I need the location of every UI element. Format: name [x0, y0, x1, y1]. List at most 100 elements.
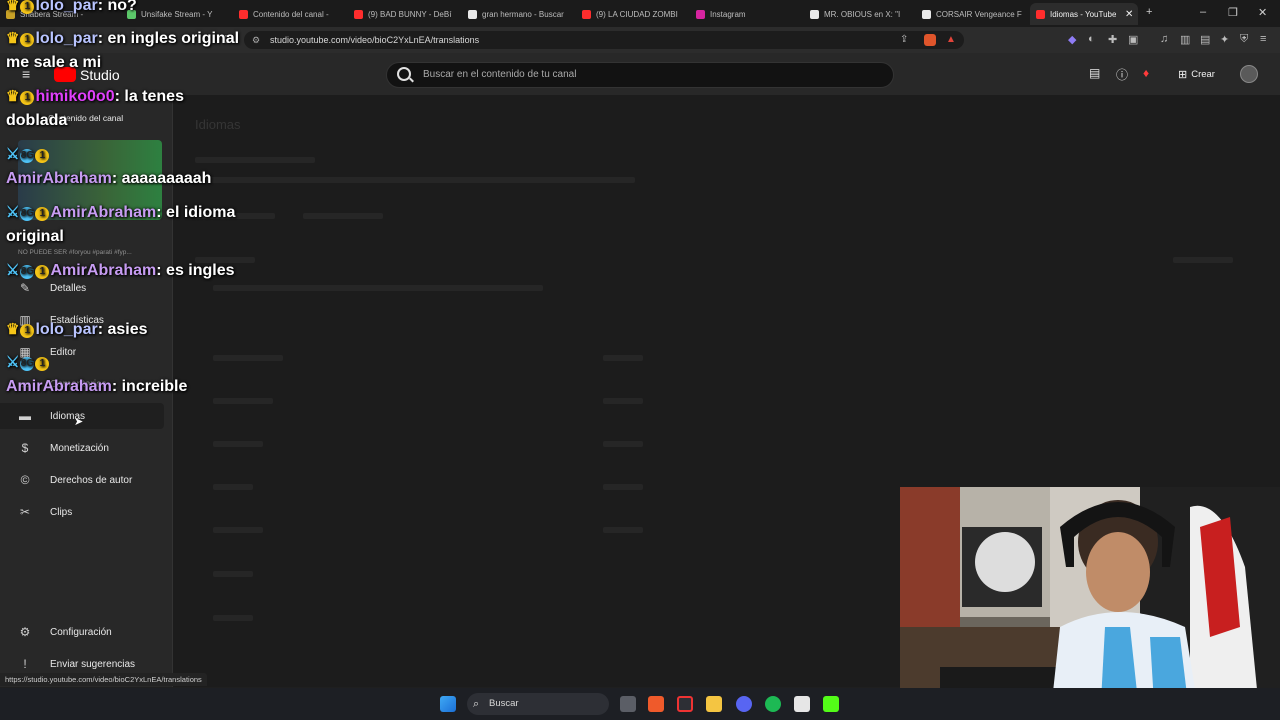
nav-settings-label: Configuración	[50, 626, 112, 638]
tab-title: Instagram	[710, 9, 746, 19]
browser-tab[interactable]: Contenido del canal -	[233, 3, 345, 25]
chat-username: himiko0o0	[35, 88, 115, 105]
chat-username: lolo_par	[35, 321, 98, 338]
sub-badge: 1	[35, 265, 50, 279]
media-icon[interactable]: ♫	[1160, 33, 1168, 45]
file-explorer-icon[interactable]	[706, 696, 722, 712]
chat-text: es ingles	[166, 262, 235, 279]
sidebar-toggle-icon[interactable]: ▥	[1180, 33, 1190, 46]
video-description: NO PUEDE SER #foryou #parati #fyp...	[18, 249, 132, 256]
tier-badge: 8G	[20, 265, 35, 279]
wallet-icon[interactable]: ▤	[1200, 33, 1210, 46]
screen-recorder-icon[interactable]	[677, 696, 693, 712]
address-bar[interactable]: ⚙ studio.youtube.com/video/bioC2YxLnEA/t…	[244, 31, 964, 49]
browser-tab[interactable]: Instagram	[690, 3, 802, 25]
nav-languages[interactable]: ▬ Idiomas ➤	[0, 403, 164, 429]
minimize-icon[interactable]: –	[1200, 6, 1206, 18]
tab-title: Contenido del canal -	[253, 9, 329, 19]
feedback-icon: !	[23, 657, 27, 671]
rewards-icon[interactable]: ▲	[946, 31, 956, 49]
spotify-icon[interactable]	[765, 696, 781, 712]
sub-badge: 1	[20, 33, 35, 47]
close-tab-icon[interactable]: ✕	[1125, 9, 1133, 20]
youtube-favicon	[1036, 9, 1045, 19]
scissors-icon: ✂	[19, 505, 31, 519]
brave-browser-icon[interactable]	[648, 696, 664, 712]
browser-tab[interactable]: (9) LA CIUDAD ZOMBI	[576, 3, 688, 25]
screenshot-icon[interactable]: ▣	[1128, 33, 1138, 46]
browser-tab[interactable]: CORSAIR Vengeance F	[916, 3, 1026, 25]
chat-text: increible	[121, 378, 188, 395]
chat-message: ⚔8G 1 AmirAbraham: increible	[6, 354, 188, 395]
sub-badge: 1	[20, 0, 35, 14]
discord-icon[interactable]	[736, 696, 752, 712]
channel-search-input[interactable]: Buscar en el contenido de tu canal	[386, 62, 894, 88]
nav-monetization-label: Monetización	[50, 442, 109, 454]
copyright-icon: ©	[20, 473, 30, 487]
create-button[interactable]: ⊞ Crear	[1170, 64, 1223, 84]
nav-details-label: Detalles	[50, 282, 87, 294]
vpn-icon[interactable]: ✦	[1220, 33, 1229, 46]
instagram-icon	[696, 9, 705, 19]
extension-icon[interactable]: ◐	[1088, 33, 1095, 45]
new-tab-icon[interactable]: +	[1146, 6, 1152, 18]
nav-copyright[interactable]: © Derechos de autor	[0, 467, 164, 493]
help-icon[interactable]: ⓘ	[1116, 66, 1128, 83]
browser-tab[interactable]: (9) BAD BUNNY - DeBí	[348, 3, 460, 25]
task-view-icon[interactable]	[620, 696, 636, 712]
shield-icon[interactable]: ⛨	[1240, 33, 1248, 46]
x-logo-icon	[468, 9, 477, 19]
share-icon[interactable]: ⇪	[900, 31, 908, 49]
chat-text: no?	[107, 0, 137, 14]
chat-text: aaaaaaaaah	[121, 170, 212, 187]
crown-badge-icon: ♛	[6, 30, 20, 47]
url-text: studio.youtube.com/video/bioC2YxLnEA/tra…	[270, 35, 480, 45]
kick-icon[interactable]	[823, 696, 839, 712]
tab-favicon	[354, 9, 363, 19]
windows-start-icon[interactable]	[440, 696, 456, 712]
tier-badge: 8G	[20, 357, 35, 371]
restore-icon[interactable]: ❐	[1228, 6, 1238, 19]
avatar[interactable]	[1240, 65, 1258, 83]
menu-icon[interactable]: ≡	[1260, 33, 1266, 45]
tab-title: (9) LA CIUDAD ZOMBI	[596, 9, 678, 19]
status-link-preview: https://studio.youtube.com/video/bioC2Yx…	[0, 673, 207, 686]
chat-message: ♛ 1 lolo_par: asies	[6, 321, 148, 338]
browser-tab[interactable]: MR. OBIOUS en X: "I	[804, 3, 916, 25]
browser-tab-active[interactable]: Idiomas - YouTube ✕	[1030, 3, 1138, 25]
leo-ai-icon[interactable]: ◆	[1068, 33, 1076, 46]
nav-settings[interactable]: ⚙ Configuración	[0, 619, 164, 645]
chat-username: AmirAbraham	[50, 262, 157, 279]
chat-username: lolo_par	[35, 30, 98, 47]
taskbar-search[interactable]: ⌕ Buscar	[467, 693, 609, 715]
tab-title: MR. OBIOUS en X: "I	[824, 9, 901, 19]
sub-badge: 1	[35, 357, 50, 371]
chat-message: ⚔8G 1 AmirAbraham: aaaaaaaaah	[6, 146, 212, 187]
chat-username: lolo_par	[35, 0, 98, 14]
chat-username: AmirAbraham	[6, 170, 112, 187]
sword-badge-icon: ⚔	[6, 354, 20, 371]
puzzle-icon[interactable]: ✚	[1108, 33, 1117, 46]
bell-icon[interactable]: ♦	[1143, 66, 1149, 80]
messages-icon[interactable]: ▤	[1089, 66, 1100, 80]
nav-monetization[interactable]: $ Monetización	[0, 435, 164, 461]
chat-message: ♛ 1 lolo_par: no?	[6, 0, 246, 18]
pencil-icon: ✎	[19, 281, 31, 295]
taskbar-search-label: Buscar	[489, 698, 519, 709]
tab-title: Idiomas - YouTube	[1050, 9, 1116, 19]
browser-tab[interactable]: gran hermano - Buscar	[462, 3, 574, 25]
capcut-icon[interactable]	[794, 696, 810, 712]
sub-badge: 1	[35, 207, 50, 221]
nav-clips[interactable]: ✂ Clips	[0, 499, 164, 525]
chat-message: ♛ 1 lolo_par: en ingles original me sale a…	[6, 30, 240, 71]
nav-feedback-label: Enviar sugerencias	[50, 658, 136, 670]
x-logo-icon	[810, 9, 819, 19]
brave-shield-icon[interactable]	[924, 34, 936, 46]
site-info-icon[interactable]: ⚙	[252, 31, 260, 49]
tab-favicon	[582, 9, 591, 19]
close-window-icon[interactable]: ✕	[1258, 6, 1267, 19]
webcam-feed	[900, 487, 1280, 720]
windows-taskbar: ⌕ Buscar	[0, 688, 1280, 720]
webcam-image	[900, 487, 1280, 720]
nav-clips-label: Clips	[50, 506, 73, 518]
